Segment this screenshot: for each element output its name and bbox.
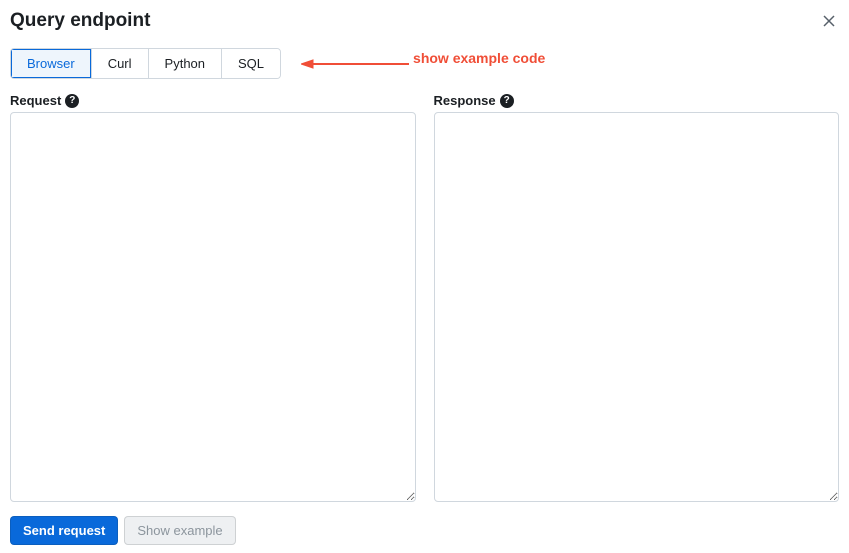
tab-curl[interactable]: Curl [92,49,149,78]
response-label: Response ? [434,93,840,108]
tab-group: Browser Curl Python SQL [10,48,281,79]
annotation: show example code [301,59,545,69]
show-example-button[interactable]: Show example [124,516,235,545]
arrow-left-icon [301,59,411,69]
request-label: Request ? [10,93,416,108]
response-label-text: Response [434,93,496,108]
help-icon[interactable]: ? [65,94,79,108]
page-title: Query endpoint [10,10,150,32]
request-label-text: Request [10,93,61,108]
response-textarea[interactable] [434,112,840,502]
help-icon[interactable]: ? [500,94,514,108]
close-icon [821,13,837,32]
request-textarea[interactable] [10,112,416,502]
send-request-button[interactable]: Send request [10,516,118,545]
annotation-text: show example code [413,50,545,66]
close-button[interactable] [819,12,839,32]
tab-python[interactable]: Python [149,49,222,78]
tab-browser[interactable]: Browser [11,49,92,78]
tab-sql[interactable]: SQL [222,49,280,78]
